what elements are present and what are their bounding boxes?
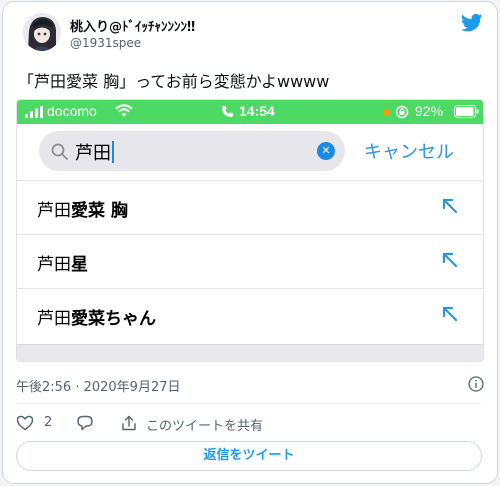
fill-query-arrow-icon[interactable] bbox=[441, 251, 459, 269]
search-suggestion[interactable]: 芦田愛菜 胸 bbox=[17, 180, 483, 234]
user-handle[interactable]: @1931spee bbox=[70, 36, 141, 50]
tweet-timestamp[interactable]: 午後2:56 · 2020年9月27日 bbox=[16, 376, 181, 395]
twitter-bird-icon[interactable] bbox=[461, 13, 483, 33]
rotation-lock-icon bbox=[395, 105, 409, 119]
reply-bubble-icon[interactable] bbox=[76, 414, 94, 432]
battery-percent: 92% bbox=[415, 103, 444, 119]
reply-tweet-button[interactable]: 返信をツイート bbox=[16, 441, 482, 471]
search-bar: 芦田 ✕ キャンセル bbox=[17, 124, 483, 180]
battery-icon bbox=[454, 105, 479, 118]
wifi-icon bbox=[115, 104, 133, 117]
fill-query-arrow-icon[interactable] bbox=[441, 305, 459, 323]
cancel-button[interactable]: キャンセル bbox=[364, 138, 454, 164]
keyboard-area-edge bbox=[17, 344, 483, 361]
attached-screenshot[interactable]: docomo 14:54 92% 芦田 ✕ キャンセル 芦田愛菜 胸 芦田星 芦… bbox=[16, 99, 484, 362]
display-name[interactable]: 桃入り@ﾄﾞｲｯﾁｬﾝﾝﾝﾝ‼ bbox=[70, 16, 195, 35]
like-heart-icon[interactable] bbox=[16, 414, 34, 432]
suggestion-label: 芦田愛菜 胸 bbox=[37, 201, 128, 221]
suggestion-label: 芦田愛菜ちゃん bbox=[37, 309, 156, 329]
suggestion-label: 芦田星 bbox=[37, 255, 88, 275]
clear-search-icon[interactable]: ✕ bbox=[317, 142, 335, 160]
signal-bars-icon bbox=[25, 106, 43, 118]
call-icon bbox=[221, 105, 234, 118]
carrier-label: docomo bbox=[47, 103, 97, 119]
search-suggestion[interactable]: 芦田愛菜ちゃん bbox=[17, 288, 483, 342]
recording-dot-icon bbox=[383, 109, 390, 116]
search-input[interactable]: 芦田 ✕ bbox=[39, 131, 345, 171]
share-label[interactable]: このツイートを共有 bbox=[146, 415, 263, 434]
status-time: 14:54 bbox=[239, 103, 275, 119]
phone-status-bar: docomo 14:54 92% bbox=[17, 100, 483, 124]
avatar[interactable] bbox=[23, 13, 61, 51]
fill-query-arrow-icon[interactable] bbox=[441, 197, 459, 215]
search-icon bbox=[51, 143, 68, 160]
divider bbox=[16, 403, 482, 404]
search-suggestion[interactable]: 芦田星 bbox=[17, 234, 483, 288]
text-caret bbox=[112, 141, 114, 163]
tweet-text: 「芦田愛菜 胸」ってお前ら変態かよwwww bbox=[18, 72, 330, 91]
share-icon[interactable] bbox=[120, 414, 138, 432]
like-count: 2 bbox=[44, 415, 53, 430]
tweet-actions: 2 このツイートを共有 bbox=[16, 414, 482, 434]
info-icon[interactable] bbox=[468, 376, 484, 392]
search-query: 芦田 bbox=[75, 143, 111, 164]
